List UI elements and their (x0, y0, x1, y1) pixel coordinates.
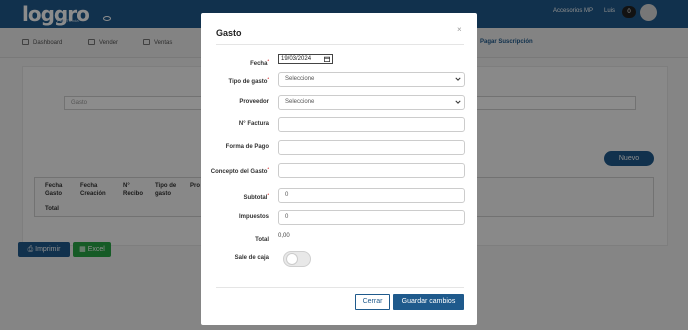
factura-label: N° Factura (238, 121, 269, 127)
required-mark: * (267, 166, 269, 171)
sale-caja-toggle[interactable] (283, 251, 311, 267)
proveedor-label: Proveedor (239, 99, 269, 105)
subtotal-label-text: Subtotal (243, 195, 268, 201)
concepto-input[interactable] (278, 163, 465, 178)
fecha-label-text: Fecha (250, 61, 268, 67)
fecha-value: 19/03/2024 (281, 56, 312, 62)
toggle-knob (286, 253, 298, 265)
proveedor-select[interactable]: Seleccione (278, 95, 465, 110)
chevron-down-icon (455, 100, 461, 104)
proveedor-value: Seleccione (285, 99, 315, 105)
tipo-gasto-select[interactable]: Seleccione (278, 72, 465, 87)
required-mark: * (267, 58, 269, 63)
concepto-label: Concepto del Gasto* (201, 165, 269, 176)
sale-caja-label: Sale de caja (234, 255, 269, 261)
concepto-label-text: Concepto del Gasto (210, 169, 268, 175)
tipo-label-text: Tipo de gasto (228, 79, 268, 85)
total-label: Total (255, 237, 269, 243)
chevron-down-icon (455, 77, 461, 81)
expense-modal: Gasto × Fecha* 19/03/2024 Tipo de gasto*… (201, 13, 477, 325)
fecha-label: Fecha* (201, 57, 269, 68)
forma-pago-label: Forma de Pago (225, 144, 269, 150)
required-mark: * (267, 192, 269, 197)
modal-title: Gasto (216, 28, 242, 38)
calendar-icon[interactable] (324, 56, 330, 62)
total-value: 0,00 (278, 233, 290, 239)
factura-input[interactable] (278, 117, 465, 132)
footer-divider (216, 287, 464, 288)
header-divider (216, 44, 464, 45)
tipo-value: Seleccione (285, 76, 315, 82)
cancel-button[interactable]: Cerrar (355, 294, 390, 310)
save-button[interactable]: Guardar cambios (393, 294, 464, 310)
tipo-label: Tipo de gasto* (201, 75, 269, 86)
subtotal-label: Subtotal* (201, 191, 269, 202)
impuestos-input[interactable]: 0 (278, 210, 465, 225)
impuestos-label: Impuestos (238, 214, 269, 220)
forma-pago-input[interactable] (278, 140, 465, 155)
close-icon[interactable]: × (457, 25, 462, 34)
required-mark: * (267, 76, 269, 81)
fecha-date-input[interactable]: 19/03/2024 (278, 54, 333, 64)
subtotal-input[interactable]: 0 (278, 188, 465, 203)
